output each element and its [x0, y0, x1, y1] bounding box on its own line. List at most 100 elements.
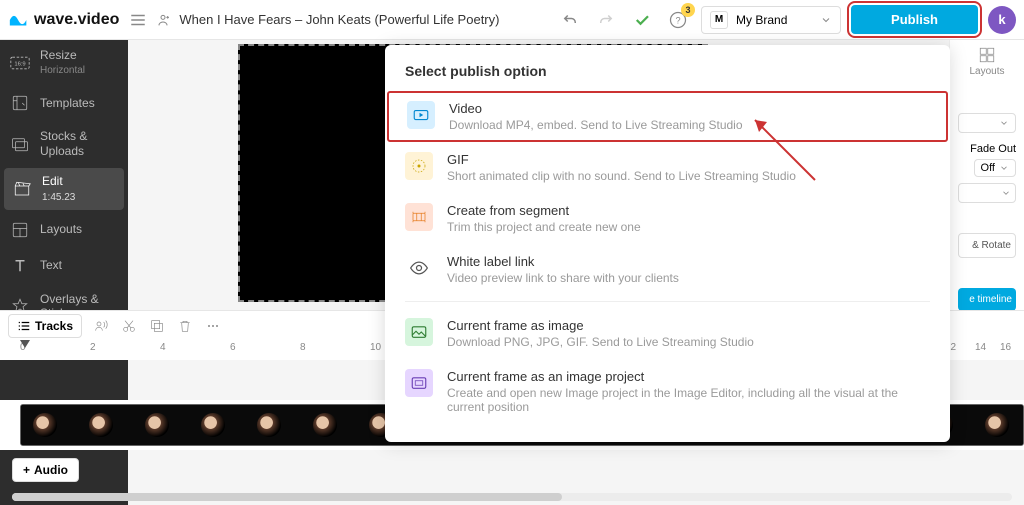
fade-out-select[interactable]: Off — [974, 159, 1016, 177]
option-desc: Create and open new Image project in the… — [447, 386, 930, 414]
publish-popup: Select publish option Video Download MP4… — [385, 45, 950, 442]
popup-title: Select publish option — [385, 63, 950, 91]
option-desc: Trim this project and create new one — [447, 220, 641, 234]
stocks-icon — [10, 134, 30, 154]
copy-button[interactable] — [148, 317, 166, 335]
fade-out-label: Fade Out — [970, 143, 1016, 155]
option-desc: Download MP4, embed. Send to Live Stream… — [449, 118, 743, 132]
delete-button[interactable] — [176, 317, 194, 335]
gif-icon — [405, 152, 433, 180]
layouts-tool-label: Layouts — [969, 66, 1004, 77]
option-title: Create from segment — [447, 203, 641, 218]
sidebar-item-text[interactable]: Text — [0, 248, 128, 284]
layouts-tool[interactable]: Layouts — [950, 40, 1024, 83]
layouts-icon — [10, 220, 30, 240]
rotate-button[interactable]: & Rotate — [958, 233, 1016, 258]
chevron-down-icon — [999, 163, 1009, 173]
ruler-mark: 2 — [90, 342, 96, 353]
clip-thumbnail — [77, 405, 133, 446]
text-icon — [10, 256, 30, 276]
more-button[interactable] — [204, 317, 222, 335]
user-avatar[interactable]: k — [988, 6, 1016, 34]
clip-thumbnail — [21, 405, 77, 446]
segment-icon — [405, 203, 433, 231]
fade-out-row: Fade Out — [950, 141, 1024, 157]
brand-name: My Brand — [736, 13, 787, 27]
publish-option-whitelabel[interactable]: White label link Video preview link to s… — [385, 244, 950, 295]
right-dropdown-2[interactable] — [958, 183, 1016, 203]
plus-icon: + — [23, 463, 30, 477]
sidebar-label: Resize — [40, 48, 77, 62]
clip-thumbnail — [133, 405, 189, 446]
publish-option-frame-image[interactable]: Current frame as image Download PNG, JPG… — [385, 308, 950, 359]
brand-select[interactable]: M My Brand — [701, 6, 841, 34]
publish-option-frame-project[interactable]: Current frame as an image project Create… — [385, 359, 950, 424]
save-status-icon — [629, 7, 655, 33]
undo-button[interactable] — [557, 7, 583, 33]
option-desc: Video preview link to share with your cl… — [447, 271, 679, 285]
option-desc: Download PNG, JPG, GIF. Send to Live Str… — [447, 335, 754, 349]
chevron-down-icon — [820, 14, 832, 26]
chevron-down-icon — [999, 118, 1009, 128]
chevron-down-icon — [1001, 188, 1011, 198]
option-title: Video — [449, 101, 743, 116]
app-header: wave.video When I Have Fears – John Keat… — [0, 0, 1024, 40]
sidebar-label: Templates — [40, 96, 95, 110]
publish-option-video[interactable]: Video Download MP4, embed. Send to Live … — [387, 91, 948, 142]
aspect-ratio-icon: 16:9 — [10, 53, 30, 73]
frame-project-icon — [405, 369, 433, 397]
option-desc: Short animated clip with no sound. Send … — [447, 169, 796, 183]
people-icon — [157, 12, 173, 28]
tracks-label: Tracks — [35, 319, 73, 333]
list-icon — [17, 319, 31, 333]
templates-icon — [10, 93, 30, 113]
sidebar-sublabel: Horizontal — [40, 65, 85, 76]
header-actions: ? 3 M My Brand Publish k — [557, 5, 1016, 34]
option-title: Current frame as image — [447, 318, 754, 333]
sidebar-item-resize[interactable]: 16:9 Resize Horizontal — [0, 40, 128, 85]
help-badge: 3 — [681, 3, 695, 17]
sidebar-label: Stocks & Uploads — [40, 129, 118, 158]
redo-button[interactable] — [593, 7, 619, 33]
ruler-mark: 14 — [975, 342, 986, 353]
add-audio-button[interactable]: + Audio — [12, 458, 79, 482]
sidebar-item-stocks[interactable]: Stocks & Uploads — [0, 121, 128, 166]
publish-option-segment[interactable]: Create from segment Trim this project an… — [385, 193, 950, 244]
option-title: GIF — [447, 152, 796, 167]
publish-button[interactable]: Publish — [851, 5, 978, 34]
cut-button[interactable] — [120, 317, 138, 335]
tracks-button[interactable]: Tracks — [8, 314, 82, 338]
ruler-mark: 16 — [1000, 342, 1011, 353]
logo-text: wave.video — [34, 11, 119, 29]
voiceover-button[interactable] — [92, 317, 110, 335]
sidebar-item-templates[interactable]: Templates — [0, 85, 128, 121]
popup-divider — [405, 301, 930, 302]
clapperboard-icon — [12, 179, 32, 199]
right-dropdown-1[interactable] — [958, 113, 1016, 133]
logo[interactable]: wave.video — [8, 9, 119, 31]
scrollbar-thumb[interactable] — [12, 493, 562, 501]
horizontal-scrollbar[interactable] — [12, 493, 1012, 501]
ruler-mark: 10 — [370, 342, 381, 353]
ruler-mark: 8 — [300, 342, 306, 353]
clip-thumbnail — [301, 405, 357, 446]
svg-text:?: ? — [676, 15, 681, 25]
timeline-button[interactable]: e timeline — [958, 288, 1016, 311]
help-button[interactable]: ? 3 — [665, 7, 691, 33]
video-icon — [407, 101, 435, 129]
clip-thumbnail — [189, 405, 245, 446]
menu-icon[interactable] — [129, 11, 147, 29]
clip-thumbnail — [973, 405, 1024, 446]
ruler-mark: 6 — [230, 342, 236, 353]
sidebar-item-edit[interactable]: Edit1:45.23 — [4, 168, 124, 209]
sidebar-label: Text — [40, 258, 62, 272]
sidebar-label: Layouts — [40, 222, 82, 236]
ruler-mark: 4 — [160, 342, 166, 353]
playhead[interactable] — [20, 340, 30, 348]
project-title-wrap: When I Have Fears – John Keats (Powerful… — [157, 12, 499, 28]
option-title: Current frame as an image project — [447, 369, 930, 384]
publish-option-gif[interactable]: GIF Short animated clip with no sound. S… — [385, 142, 950, 193]
project-title[interactable]: When I Have Fears – John Keats (Powerful… — [179, 12, 499, 27]
sidebar-item-layouts[interactable]: Layouts — [0, 212, 128, 248]
option-title: White label link — [447, 254, 679, 269]
